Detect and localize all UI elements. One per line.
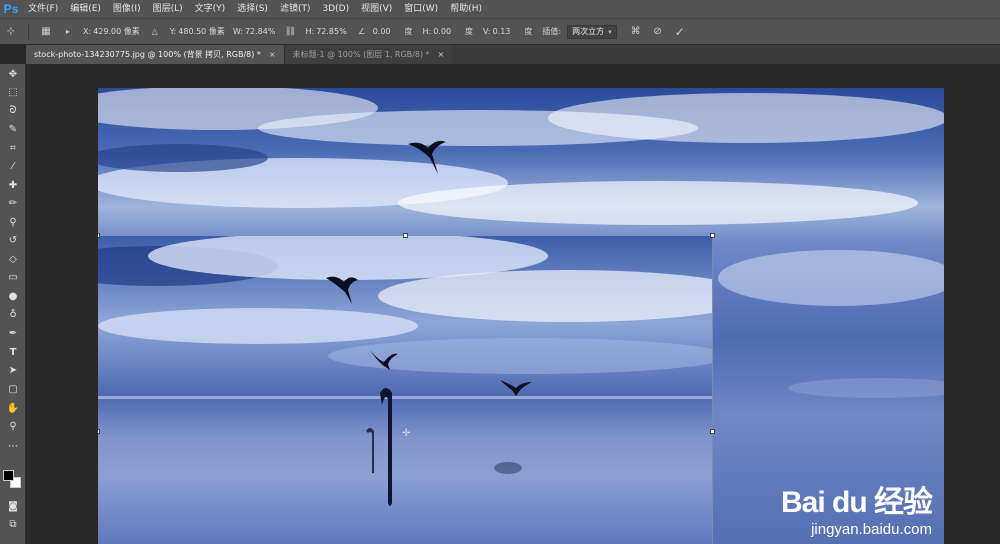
- hskew-field[interactable]: 0.00: [433, 27, 451, 36]
- commit-transform-icon[interactable]: ✓: [672, 24, 688, 40]
- zoom-tool-icon[interactable]: ⚲: [4, 418, 22, 434]
- w-field[interactable]: 72.84%: [245, 27, 276, 36]
- dodge-tool-icon[interactable]: ♁: [4, 306, 22, 322]
- interpolation-value: 两次立方: [572, 27, 605, 36]
- lasso-tool-icon[interactable]: ᘐ: [4, 102, 22, 118]
- eraser-tool-icon[interactable]: ◇: [4, 251, 22, 267]
- tab-stock-photo[interactable]: stock-photo-134230775.jpg @ 100% (背景 拷贝,…: [26, 45, 284, 64]
- brush-tool-icon[interactable]: ✏: [4, 195, 22, 211]
- tab-label: 未标题-1 @ 100% (图层 1, RGB/8) *: [292, 50, 430, 59]
- type-tool-icon[interactable]: T: [4, 344, 22, 360]
- menu-file[interactable]: 文件(F): [22, 0, 64, 18]
- menu-window[interactable]: 窗口(W): [398, 0, 444, 18]
- crop-tool-icon[interactable]: ⌗: [4, 140, 22, 156]
- quick-select-tool-icon[interactable]: ✎: [4, 121, 22, 137]
- layer-image: [98, 236, 712, 506]
- transform-handle-top[interactable]: [403, 233, 408, 238]
- hskew-label: H:: [422, 27, 432, 36]
- menu-help[interactable]: 帮助(H): [444, 0, 488, 18]
- healing-brush-icon[interactable]: ✚: [4, 177, 22, 193]
- menu-edit[interactable]: 编辑(E): [64, 0, 107, 18]
- w-label: W:: [232, 27, 243, 36]
- vskew-unit: 度: [524, 27, 533, 36]
- menu-select[interactable]: 选择(S): [231, 0, 274, 18]
- angle-unit: 度: [404, 27, 413, 36]
- interpolation-select[interactable]: 两次立方 ▾: [567, 24, 617, 39]
- blur-tool-icon[interactable]: ●: [4, 288, 22, 304]
- stamp-tool-icon[interactable]: ⚲: [4, 214, 22, 230]
- history-brush-icon[interactable]: ↺: [4, 232, 22, 248]
- transformed-layer[interactable]: [98, 236, 713, 544]
- watermark-url: jingyan.baidu.com: [811, 521, 932, 538]
- eyedropper-tool-icon[interactable]: ⁄: [4, 158, 22, 174]
- more-tools-icon[interactable]: ⋯: [4, 438, 22, 454]
- tab-untitled[interactable]: 未标题-1 @ 100% (图层 1, RGB/8) * ×: [283, 45, 453, 64]
- move-tool-icon[interactable]: ✥: [4, 66, 22, 82]
- h-field[interactable]: 72.85%: [316, 27, 347, 36]
- pen-tool-icon[interactable]: ✒: [4, 325, 22, 341]
- transform-handle-top-left[interactable]: [98, 233, 100, 238]
- transform-handle-right[interactable]: [710, 429, 715, 434]
- link-icon[interactable]: ⛓: [282, 24, 298, 40]
- foreground-color-swatch[interactable]: [3, 470, 14, 481]
- menu-bar: Ps 文件(F) 编辑(E) 图像(I) 图层(L) 文字(Y) 选择(S) 滤…: [0, 0, 1000, 18]
- warp-icon[interactable]: ⌘: [628, 24, 644, 40]
- close-icon[interactable]: ×: [438, 50, 445, 59]
- transform-center-icon[interactable]: ✛: [402, 428, 410, 439]
- h-label: H:: [305, 27, 315, 36]
- hand-tool-icon[interactable]: ✋: [4, 400, 22, 416]
- menu-3d[interactable]: 3D(D): [316, 0, 355, 18]
- quick-mask-icon[interactable]: ◙: [4, 498, 22, 514]
- menu-view[interactable]: 视图(V): [355, 0, 398, 18]
- relative-position-icon[interactable]: ▸: [60, 24, 76, 40]
- gradient-tool-icon[interactable]: ▭: [4, 269, 22, 285]
- document-canvas[interactable]: ✛ Bai du 经验 jingyan.baidu.com: [98, 88, 944, 544]
- options-bar: ⊹ ▦ ▸ X: 429.00 像素 △ Y: 480.50 像素 W: 72.…: [0, 18, 1000, 45]
- menu-filter[interactable]: 滤镜(T): [274, 0, 317, 18]
- divider: [28, 23, 29, 40]
- vskew-field[interactable]: 0.13: [493, 27, 511, 36]
- interpolation-label: 插值:: [542, 27, 562, 36]
- photoshop-window: Ps 文件(F) 编辑(E) 图像(I) 图层(L) 文字(Y) 选择(S) 滤…: [0, 0, 1000, 544]
- path-select-icon[interactable]: ➤: [4, 362, 22, 378]
- close-icon[interactable]: ×: [269, 50, 276, 59]
- cancel-transform-icon[interactable]: ⊘: [650, 24, 666, 40]
- transform-tool-icon[interactable]: ⊹: [3, 24, 19, 40]
- vskew-label: V:: [483, 27, 491, 36]
- menu-layer[interactable]: 图层(L): [147, 0, 189, 18]
- transform-handle-left[interactable]: [98, 429, 100, 434]
- delta-icon[interactable]: △: [147, 24, 163, 40]
- x-label: X:: [83, 27, 92, 36]
- baidu-watermark: Bai du 经验 jingyan.baidu.com: [780, 477, 933, 538]
- hskew-unit: 度: [465, 27, 474, 36]
- tab-label: stock-photo-134230775.jpg @ 100% (背景 拷贝,…: [34, 50, 261, 59]
- x-field[interactable]: 429.00 像素: [93, 26, 140, 37]
- canvas-workspace[interactable]: ✛ Bai du 经验 jingyan.baidu.com: [27, 64, 1000, 544]
- transform-handle-top-right[interactable]: [710, 233, 715, 238]
- screen-mode-icon[interactable]: ⧉: [4, 516, 22, 532]
- toolbox: ✥ ⬚ ᘐ ✎ ⌗ ⁄ ✚ ✏ ⚲ ↺ ◇ ▭ ● ♁ ✒ T ➤ ▢ ✋ ⚲ …: [0, 64, 26, 544]
- reference-point-icon[interactable]: ▦: [38, 24, 54, 40]
- menu-type[interactable]: 文字(Y): [189, 0, 232, 18]
- marquee-tool-icon[interactable]: ⬚: [4, 84, 22, 100]
- app-logo: Ps: [3, 2, 19, 16]
- y-label: Y:: [169, 27, 177, 36]
- chevron-down-icon: ▾: [608, 27, 612, 36]
- y-field[interactable]: 480.50 像素: [178, 26, 225, 37]
- watermark-logo: Bai du 经验: [780, 486, 933, 519]
- angle-icon: ∠: [358, 27, 366, 36]
- menu-image[interactable]: 图像(I): [107, 0, 147, 18]
- angle-field[interactable]: 0.00: [373, 27, 391, 36]
- document-tabs: stock-photo-134230775.jpg @ 100% (背景 拷贝,…: [26, 45, 1000, 64]
- rectangle-tool-icon[interactable]: ▢: [4, 381, 22, 397]
